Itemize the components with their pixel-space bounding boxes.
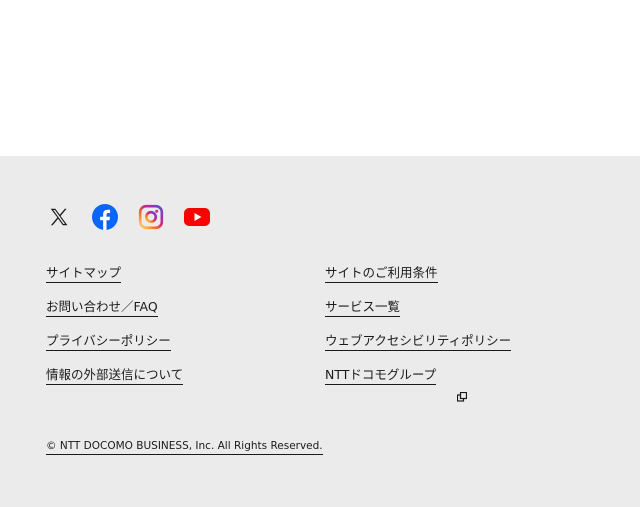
link-web-accessibility-policy[interactable]: ウェブアクセシビリティポリシー bbox=[325, 333, 512, 351]
site-footer: サイトマップ お問い合わせ／FAQ プライバシーポリシー 情報の外部送信について… bbox=[0, 156, 640, 507]
x-icon[interactable] bbox=[46, 204, 72, 230]
link-service-list[interactable]: サービス一覧 bbox=[325, 299, 401, 317]
link-ntt-docomo-group[interactable]: NTTドコモグループ bbox=[325, 367, 437, 385]
link-sitemap[interactable]: サイトマップ bbox=[46, 265, 122, 283]
link-contact-faq[interactable]: お問い合わせ／FAQ bbox=[46, 299, 158, 317]
external-link-icon bbox=[456, 387, 468, 402]
page-top-blank-area bbox=[0, 0, 640, 156]
social-links bbox=[46, 204, 230, 230]
youtube-icon[interactable] bbox=[184, 204, 210, 230]
link-privacy-policy[interactable]: プライバシーポリシー bbox=[46, 333, 171, 351]
link-external-transmission[interactable]: 情報の外部送信について bbox=[46, 367, 184, 385]
link-terms-of-use[interactable]: サイトのご利用条件 bbox=[325, 265, 438, 283]
facebook-icon[interactable] bbox=[92, 204, 118, 230]
instagram-icon[interactable] bbox=[138, 204, 164, 230]
copyright-notice[interactable]: © NTT DOCOMO BUSINESS, Inc. All Rights R… bbox=[46, 440, 323, 455]
